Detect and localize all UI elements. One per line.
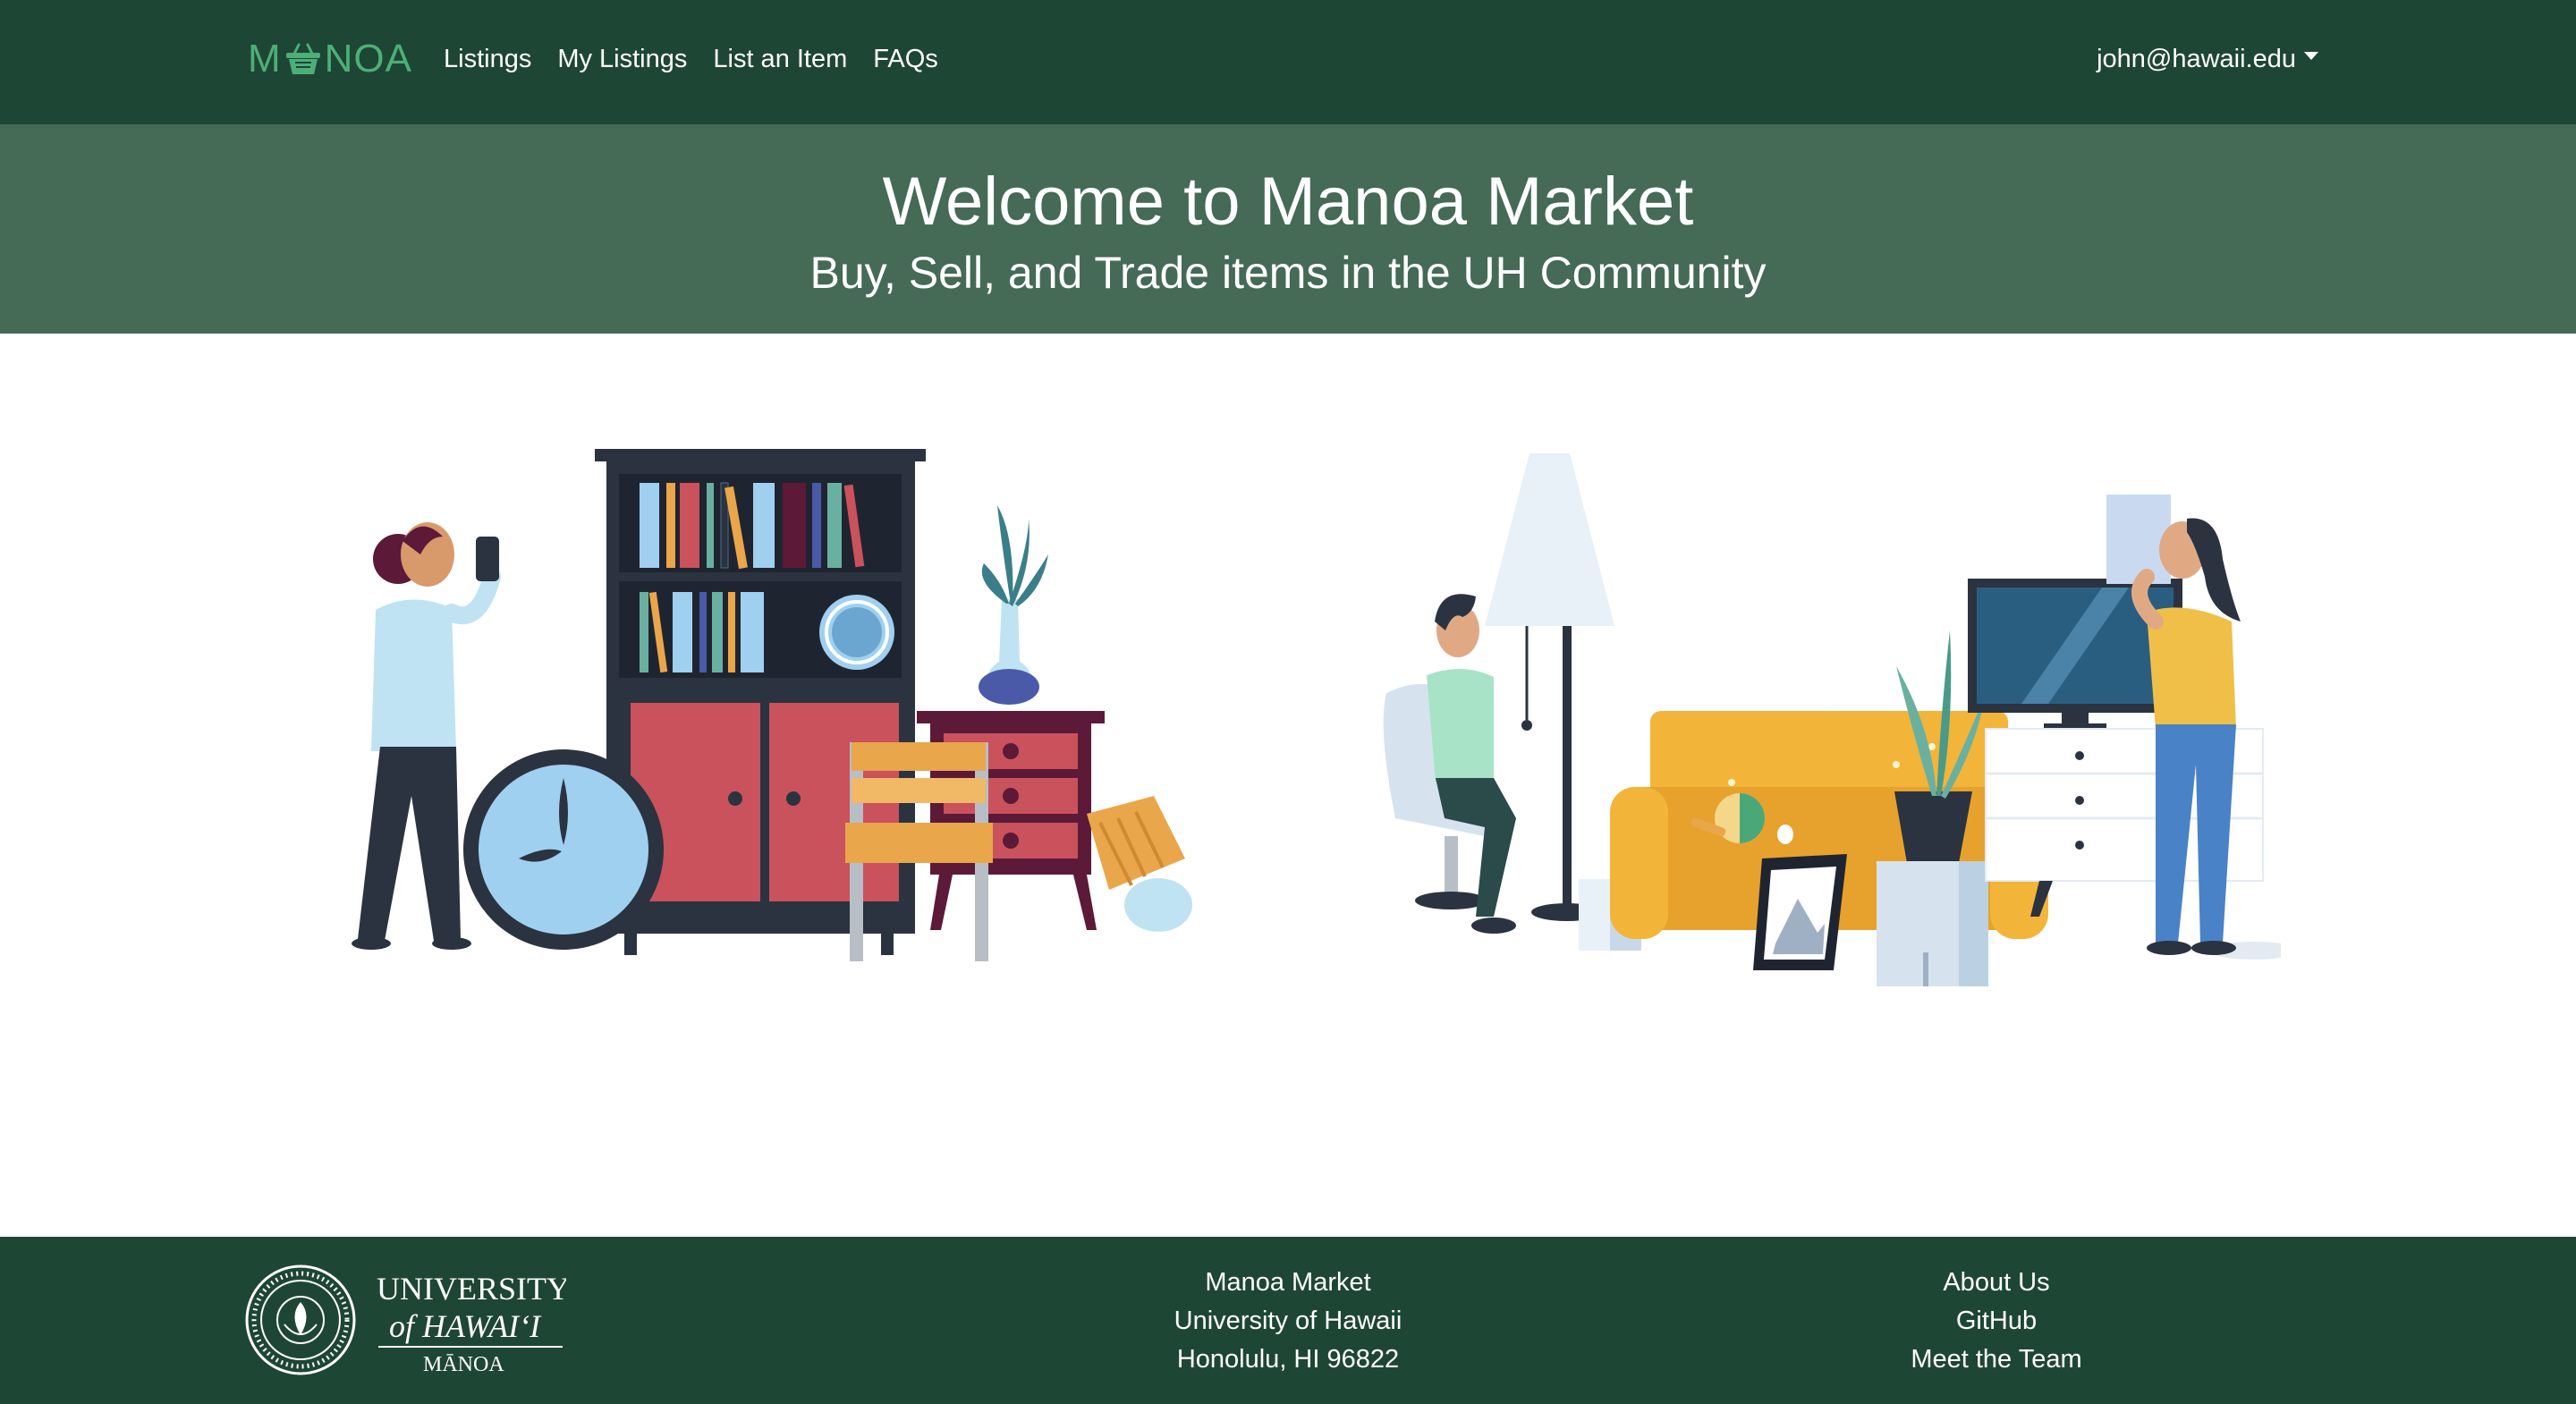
nav-link-list-an-item[interactable]: List an Item xyxy=(713,39,847,79)
footer: UNIVERSITY of HAWAI‘I MĀNOA Manoa Market… xyxy=(0,1237,2576,1404)
box-large-icon xyxy=(1877,861,1988,986)
footer-link-github[interactable]: GitHub xyxy=(1956,1307,2037,1335)
footer-address: Manoa Market University of Hawaii Honolu… xyxy=(1109,1264,1467,1379)
woman-holding-box-figure xyxy=(2106,495,2281,960)
nav-links: Listings My Listings List an Item FAQs xyxy=(444,39,964,79)
caret-down-icon xyxy=(2304,51,2318,60)
uh-logo-line3: MĀNOA xyxy=(423,1353,504,1376)
picture-frame-icon xyxy=(1753,854,1847,970)
footer-links: About Us GitHub Meet the Team xyxy=(1818,1264,2175,1379)
uh-logo-line1: UNIVERSITY xyxy=(377,1271,566,1307)
plant-vase-icon xyxy=(979,505,1048,705)
nav-link-faqs[interactable]: FAQs xyxy=(873,39,938,79)
living-room-furniture-illustration xyxy=(1383,453,2281,986)
uh-logo-line2: of HAWAI‘I xyxy=(389,1308,542,1344)
footer-address-line: Manoa Market xyxy=(1205,1268,1371,1297)
footer-link-about-us[interactable]: About Us xyxy=(1943,1268,2049,1297)
brand-text-right: NOA xyxy=(324,37,413,80)
user-dropdown[interactable]: john@hawaii.edu xyxy=(2097,39,2318,79)
brand-text-left: M xyxy=(248,37,282,80)
clock-icon xyxy=(463,749,664,950)
navbar: M NOA Listings My Listings List an Item … xyxy=(0,0,2576,124)
brand-logo[interactable]: M NOA xyxy=(248,34,412,84)
hero-banner: Welcome to Manoa Market Buy, Sell, and T… xyxy=(0,124,2576,334)
footer-address-line: University of Hawaii xyxy=(1174,1307,1402,1335)
basket-icon xyxy=(285,43,320,74)
uh-seal-icon xyxy=(245,1264,356,1375)
user-email: john@hawaii.edu xyxy=(2097,45,2296,73)
nav-link-my-listings[interactable]: My Listings xyxy=(557,39,687,79)
hero-subtitle: Buy, Sell, and Trade items in the UH Com… xyxy=(809,248,1767,298)
footer-address-line: Honolulu, HI 96822 xyxy=(1176,1345,1400,1374)
fallen-lamp-icon xyxy=(1087,796,1192,932)
footer-link-meet-the-team[interactable]: Meet the Team xyxy=(1911,1345,2081,1374)
sitting-man-figure xyxy=(1383,594,1516,934)
woman-photographing-furniture-illustration xyxy=(352,449,1192,961)
uh-manoa-logo[interactable]: UNIVERSITY of HAWAI‘I MĀNOA xyxy=(244,1262,566,1378)
nav-link-listings[interactable]: Listings xyxy=(444,39,531,79)
hero-title: Welcome to Manoa Market xyxy=(882,164,1694,240)
